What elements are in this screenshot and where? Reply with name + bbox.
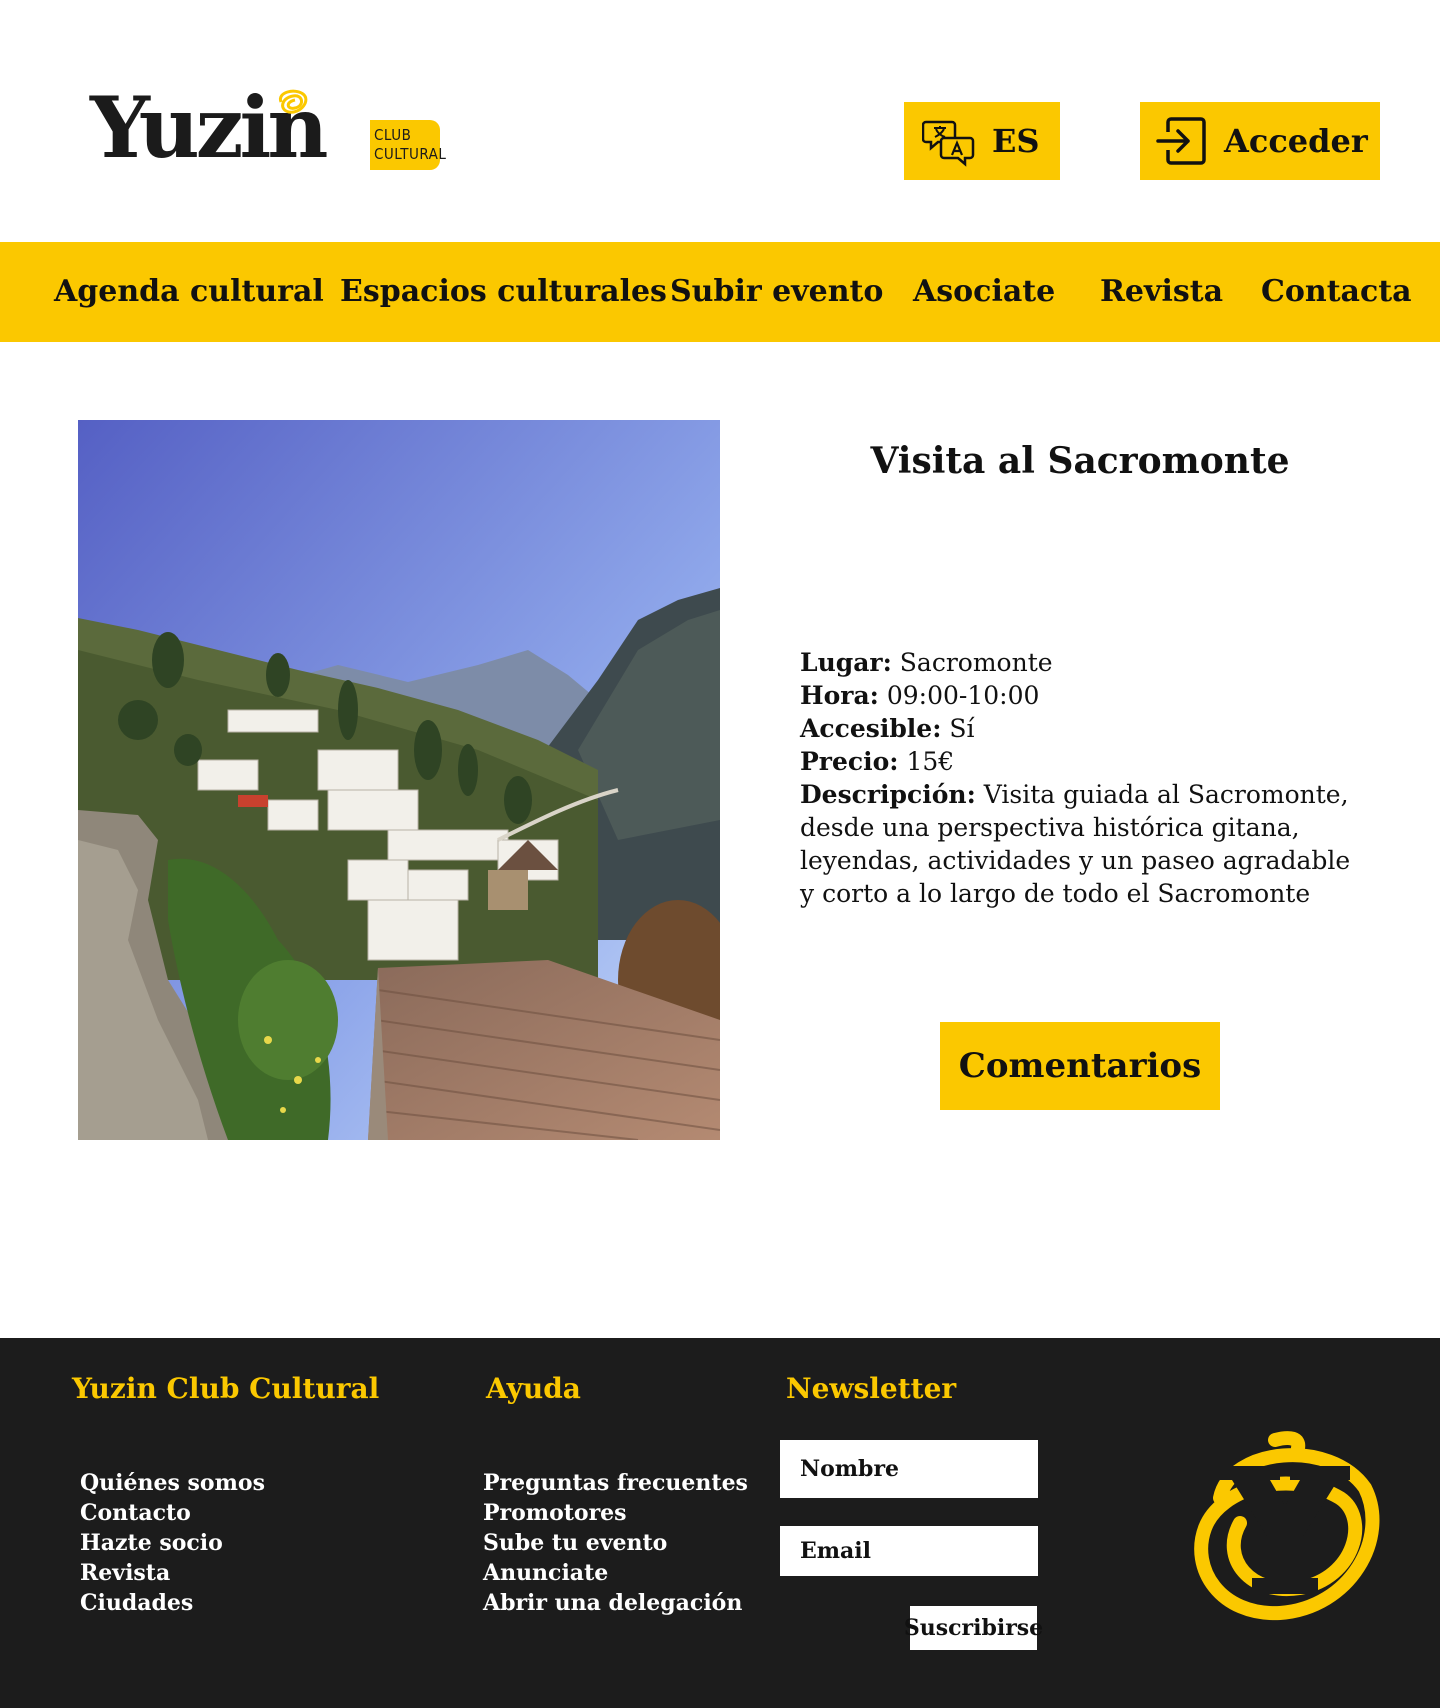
event-accessible-label: Accesible: <box>800 714 942 743</box>
event-time-row: Hora: 09:00-10:00 <box>800 679 1370 712</box>
event-details: Lugar: Sacromonte Hora: 09:00-10:00 Acce… <box>800 646 1370 910</box>
nav-item-revista[interactable]: Revista <box>1100 242 1223 342</box>
newsletter-name-field[interactable]: Nombre <box>780 1440 1038 1498</box>
comments-button[interactable]: Comentarios <box>940 1022 1220 1110</box>
event-time-label: Hora: <box>800 681 879 710</box>
footer-link-abrir-delegacion[interactable]: Abrir una delegación <box>483 1588 748 1618</box>
event-time-value: 09:00-10:00 <box>886 681 1040 710</box>
nav-item-agenda-cultural[interactable]: Agenda cultural <box>54 242 324 342</box>
footer-link-preguntas-frecuentes[interactable]: Preguntas frecuentes <box>483 1468 748 1498</box>
event-description-row: Descripción: Visita guiada al Sacromonte… <box>800 778 1370 910</box>
yuzin-emblem-icon <box>1194 1431 1380 1621</box>
nav-item-asociate[interactable]: Asociate <box>913 242 1055 342</box>
translate-icon <box>922 120 975 167</box>
login-label: Acceder <box>1224 122 1368 160</box>
footer-link-anunciate[interactable]: Anunciate <box>483 1558 748 1588</box>
sacromonte-landscape-image <box>78 420 720 1140</box>
footer-help-links: Preguntas frecuentes Promotores Sube tu … <box>483 1468 748 1618</box>
site-logo[interactable]: Yuzin CLUB CULTURAL <box>90 86 460 176</box>
logo-tag-line2: CULTURAL <box>374 145 447 163</box>
footer-club-links: Quiénes somos Contacto Hazte socio Revis… <box>80 1468 265 1618</box>
footer-newsletter-title: Newsletter <box>786 1372 957 1405</box>
main-nav: Agenda cultural Espacios culturales Subi… <box>0 242 1440 342</box>
footer-help-title: Ayuda <box>486 1372 581 1405</box>
event-place-label: Lugar: <box>800 648 892 677</box>
event-accessible-row: Accesible: Sí <box>800 712 1370 745</box>
language-label: ES <box>992 122 1040 160</box>
footer-link-quienes-somos[interactable]: Quiénes somos <box>80 1468 265 1498</box>
event-title: Visita al Sacromonte <box>870 440 1290 482</box>
event-photo <box>78 420 720 1140</box>
footer-link-promotores[interactable]: Promotores <box>483 1498 748 1528</box>
event-place-row: Lugar: Sacromonte <box>800 646 1370 679</box>
footer-link-revista[interactable]: Revista <box>80 1558 265 1588</box>
newsletter-email-field[interactable]: Email <box>780 1526 1038 1576</box>
newsletter-email-placeholder: Email <box>800 1538 872 1564</box>
logo-tag-line1: CLUB <box>374 126 412 144</box>
event-place-value: Sacromonte <box>899 648 1053 677</box>
login-icon <box>1156 117 1206 165</box>
event-accessible-value: Sí <box>949 714 975 743</box>
newsletter-subscribe-button[interactable]: Suscribirse <box>904 1606 1043 1650</box>
footer-link-hazte-socio[interactable]: Hazte socio <box>80 1528 265 1558</box>
event-price-row: Precio: 15€ <box>800 745 1370 778</box>
event-price-label: Precio: <box>800 747 899 776</box>
logo-scribble-icon <box>278 89 308 114</box>
footer-link-ciudades[interactable]: Ciudades <box>80 1588 265 1618</box>
nav-item-espacios-culturales[interactable]: Espacios culturales <box>340 242 667 342</box>
footer-club-title: Yuzin Club Cultural <box>72 1372 380 1405</box>
footer-link-sube-tu-evento[interactable]: Sube tu evento <box>483 1528 748 1558</box>
nav-item-subir-evento[interactable]: Subir evento <box>670 242 883 342</box>
logo-tag: CLUB CULTURAL <box>370 120 446 170</box>
login-button[interactable]: Acceder <box>1140 102 1380 180</box>
language-button[interactable]: ES <box>904 102 1060 180</box>
newsletter-name-placeholder: Nombre <box>800 1456 900 1482</box>
event-price-value: 15€ <box>906 747 955 776</box>
event-description-label: Descripción: <box>800 780 976 809</box>
footer-link-contacto[interactable]: Contacto <box>80 1498 265 1528</box>
nav-item-contacta[interactable]: Contacta <box>1261 242 1412 342</box>
site-footer: Yuzin Club Cultural Quiénes somos Contac… <box>0 1338 1440 1708</box>
